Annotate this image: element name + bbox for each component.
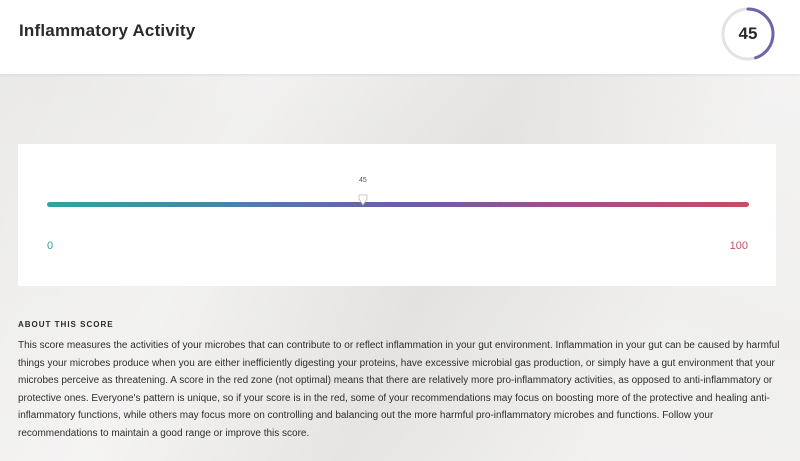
- score-scale-card: 45 0 100: [18, 144, 776, 286]
- scale-min-label: 0: [47, 240, 54, 252]
- scale-max-label: 100: [729, 240, 748, 252]
- scale-marker-pin: [358, 194, 368, 206]
- scale-marker-label: 45: [358, 177, 367, 184]
- about-heading: ABOUT THIS SCORE: [18, 320, 114, 329]
- header-bar: Inflammatory Activity 45: [0, 0, 800, 74]
- about-description: This score measures the activities of yo…: [18, 340, 780, 439]
- page-title: Inflammatory Activity: [19, 21, 196, 40]
- score-ring: 45: [720, 6, 776, 62]
- scale-gradient-bar: [47, 202, 749, 207]
- score-value: 45: [738, 24, 758, 43]
